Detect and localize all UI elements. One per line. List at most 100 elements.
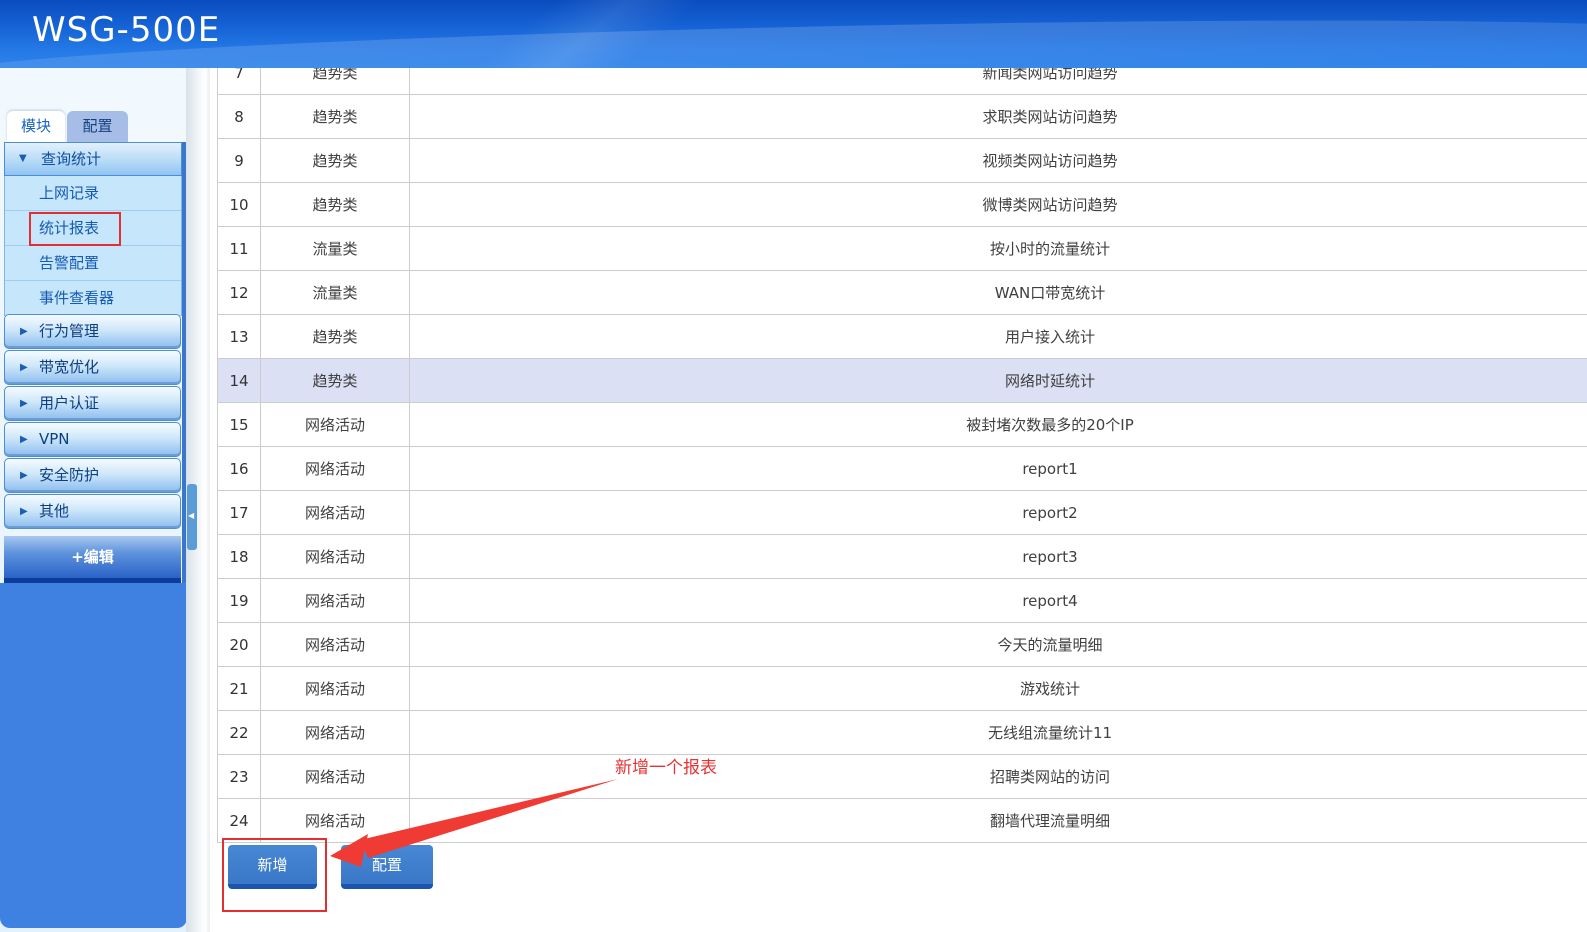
row-name-cell: 网络时延统计 bbox=[410, 359, 1587, 403]
chevron-right-icon: ▶ bbox=[20, 351, 28, 384]
row-category-cell: 网络活动 bbox=[261, 755, 410, 799]
row-category-cell: 流量类 bbox=[261, 227, 410, 271]
app-header: WSG-500E bbox=[0, 0, 1587, 68]
table-row[interactable]: 23 网络活动 招聘类网站的访问 bbox=[218, 755, 1587, 799]
table-row[interactable]: 14 趋势类 网络时延统计 bbox=[218, 359, 1587, 403]
row-name-cell: 游戏统计 bbox=[410, 667, 1587, 711]
row-number-cell: 10 bbox=[218, 183, 261, 227]
collapse-left-icon: ◀ bbox=[188, 511, 194, 520]
sidebar-group-collapsed[interactable]: ▶ 带宽优化 bbox=[4, 350, 181, 385]
sidebar-collapse-handle[interactable]: ◀ bbox=[187, 484, 197, 550]
row-number-cell: 19 bbox=[218, 579, 261, 623]
row-number-cell: 21 bbox=[218, 667, 261, 711]
row-number-cell: 17 bbox=[218, 491, 261, 535]
row-number-cell: 8 bbox=[218, 95, 261, 139]
table-row[interactable]: 24 网络活动 翻墙代理流量明细 bbox=[218, 799, 1587, 843]
row-number-cell: 24 bbox=[218, 799, 261, 843]
row-category-cell: 网络活动 bbox=[261, 579, 410, 623]
row-category-cell: 流量类 bbox=[261, 271, 410, 315]
row-name-cell: 招聘类网站的访问 bbox=[410, 755, 1587, 799]
table-row[interactable]: 20 网络活动 今天的流量明细 bbox=[218, 623, 1587, 667]
sidebar-item-1[interactable]: 上网记录 bbox=[5, 176, 181, 211]
sidebar-group-label: 其他 bbox=[39, 502, 69, 520]
row-number-cell: 12 bbox=[218, 271, 261, 315]
tab-config[interactable]: 配置 bbox=[67, 111, 128, 142]
row-name-cell: 求职类网站访问趋势 bbox=[410, 95, 1587, 139]
sidebar-group-query-stats[interactable]: ▼ 查询统计 bbox=[4, 142, 182, 176]
table-row[interactable]: 17 网络活动 report2 bbox=[218, 491, 1587, 535]
row-category-cell: 网络活动 bbox=[261, 711, 410, 755]
row-name-cell: 翻墙代理流量明细 bbox=[410, 799, 1587, 843]
add-report-button[interactable]: 新增 bbox=[228, 845, 317, 889]
row-number-cell: 23 bbox=[218, 755, 261, 799]
table-row[interactable]: 8 趋势类 求职类网站访问趋势 bbox=[218, 95, 1587, 139]
chevron-right-icon: ▶ bbox=[20, 423, 28, 456]
row-name-cell: 新闻类网站访问趋势 bbox=[410, 68, 1587, 95]
chevron-right-icon: ▶ bbox=[20, 459, 28, 492]
row-name-cell: 无线组流量统计11 bbox=[410, 711, 1587, 755]
row-category-cell: 网络活动 bbox=[261, 403, 410, 447]
row-name-cell: 被封堵次数最多的20个IP bbox=[410, 403, 1587, 447]
row-number-cell: 13 bbox=[218, 315, 261, 359]
row-number-cell: 9 bbox=[218, 139, 261, 183]
sidebar-group-collapsed[interactable]: ▶ 其他 bbox=[4, 494, 181, 529]
sidebar-group-collapsed[interactable]: ▶ 行为管理 bbox=[4, 314, 181, 349]
chevron-right-icon: ▶ bbox=[20, 387, 28, 420]
row-number-cell: 7 bbox=[218, 68, 261, 95]
row-name-cell: 用户接入统计 bbox=[410, 315, 1587, 359]
config-report-button[interactable]: 配置 bbox=[341, 845, 433, 889]
sidebar-item-2[interactable]: 统计报表 bbox=[5, 211, 181, 246]
sidebar-group-collapsed[interactable]: ▶ VPN bbox=[4, 422, 181, 457]
row-category-cell: 网络活动 bbox=[261, 799, 410, 843]
row-category-cell: 趋势类 bbox=[261, 68, 410, 95]
row-category-cell: 网络活动 bbox=[261, 491, 410, 535]
table-row[interactable]: 19 网络活动 report4 bbox=[218, 579, 1587, 623]
table-row[interactable]: 16 网络活动 report1 bbox=[218, 447, 1587, 491]
row-category-cell: 网络活动 bbox=[261, 667, 410, 711]
row-name-cell: report1 bbox=[410, 447, 1587, 491]
chevron-right-icon: ▶ bbox=[20, 495, 28, 528]
table-row[interactable]: 11 流量类 按小时的流量统计 bbox=[218, 227, 1587, 271]
row-category-cell: 趋势类 bbox=[261, 359, 410, 403]
row-name-cell: 今天的流量明细 bbox=[410, 623, 1587, 667]
row-number-cell: 22 bbox=[218, 711, 261, 755]
table-row[interactable]: 18 网络活动 report3 bbox=[218, 535, 1587, 579]
table-row[interactable]: 13 趋势类 用户接入统计 bbox=[218, 315, 1587, 359]
row-number-cell: 16 bbox=[218, 447, 261, 491]
report-table: 7 趋势类 新闻类网站访问趋势 8 趋势类 求职类网站访问趋势 9 趋势类 视频… bbox=[217, 68, 1587, 843]
table-row[interactable]: 10 趋势类 微博类网站访问趋势 bbox=[218, 183, 1587, 227]
sidebar: 模块 配置 ▼ 查询统计 上网记录统计报表告警配置事件查看器 ▶ 行为管理 ▶ … bbox=[0, 68, 186, 932]
table-row[interactable]: 21 网络活动 游戏统计 bbox=[218, 667, 1587, 711]
row-name-cell: 微博类网站访问趋势 bbox=[410, 183, 1587, 227]
row-name-cell: report2 bbox=[410, 491, 1587, 535]
row-name-cell: WAN口带宽统计 bbox=[410, 271, 1587, 315]
row-name-cell: 按小时的流量统计 bbox=[410, 227, 1587, 271]
panel-splitter: ◀ bbox=[186, 68, 210, 932]
row-number-cell: 18 bbox=[218, 535, 261, 579]
sidebar-group-label: VPN bbox=[39, 430, 70, 448]
table-row[interactable]: 9 趋势类 视频类网站访问趋势 bbox=[218, 139, 1587, 183]
sidebar-item-3[interactable]: 告警配置 bbox=[5, 246, 181, 281]
table-row[interactable]: 15 网络活动 被封堵次数最多的20个IP bbox=[218, 403, 1587, 447]
row-number-cell: 15 bbox=[218, 403, 261, 447]
table-row[interactable]: 22 网络活动 无线组流量统计11 bbox=[218, 711, 1587, 755]
tab-modules[interactable]: 模块 bbox=[7, 111, 65, 142]
row-category-cell: 网络活动 bbox=[261, 623, 410, 667]
table-row[interactable]: 12 流量类 WAN口带宽统计 bbox=[218, 271, 1587, 315]
row-number-cell: 11 bbox=[218, 227, 261, 271]
edit-button[interactable]: +编辑 bbox=[4, 536, 181, 583]
row-number-cell: 20 bbox=[218, 623, 261, 667]
row-name-cell: 视频类网站访问趋势 bbox=[410, 139, 1587, 183]
sidebar-group-label: 用户认证 bbox=[39, 394, 99, 412]
sidebar-group-collapsed[interactable]: ▶ 用户认证 bbox=[4, 386, 181, 421]
sidebar-group-label: 安全防护 bbox=[39, 466, 99, 484]
sidebar-group-collapsed[interactable]: ▶ 安全防护 bbox=[4, 458, 181, 493]
header-wave-decoration bbox=[218, 0, 981, 68]
chevron-down-icon: ▼ bbox=[19, 143, 27, 175]
sidebar-group-label: 查询统计 bbox=[41, 150, 101, 168]
row-category-cell: 趋势类 bbox=[261, 183, 410, 227]
sidebar-item-4[interactable]: 事件查看器 bbox=[5, 281, 181, 316]
main-content: 7 趋势类 新闻类网站访问趋势 8 趋势类 求职类网站访问趋势 9 趋势类 视频… bbox=[210, 68, 1587, 932]
sidebar-item-list: 上网记录统计报表告警配置事件查看器 bbox=[4, 176, 182, 316]
table-row[interactable]: 7 趋势类 新闻类网站访问趋势 bbox=[218, 68, 1587, 95]
